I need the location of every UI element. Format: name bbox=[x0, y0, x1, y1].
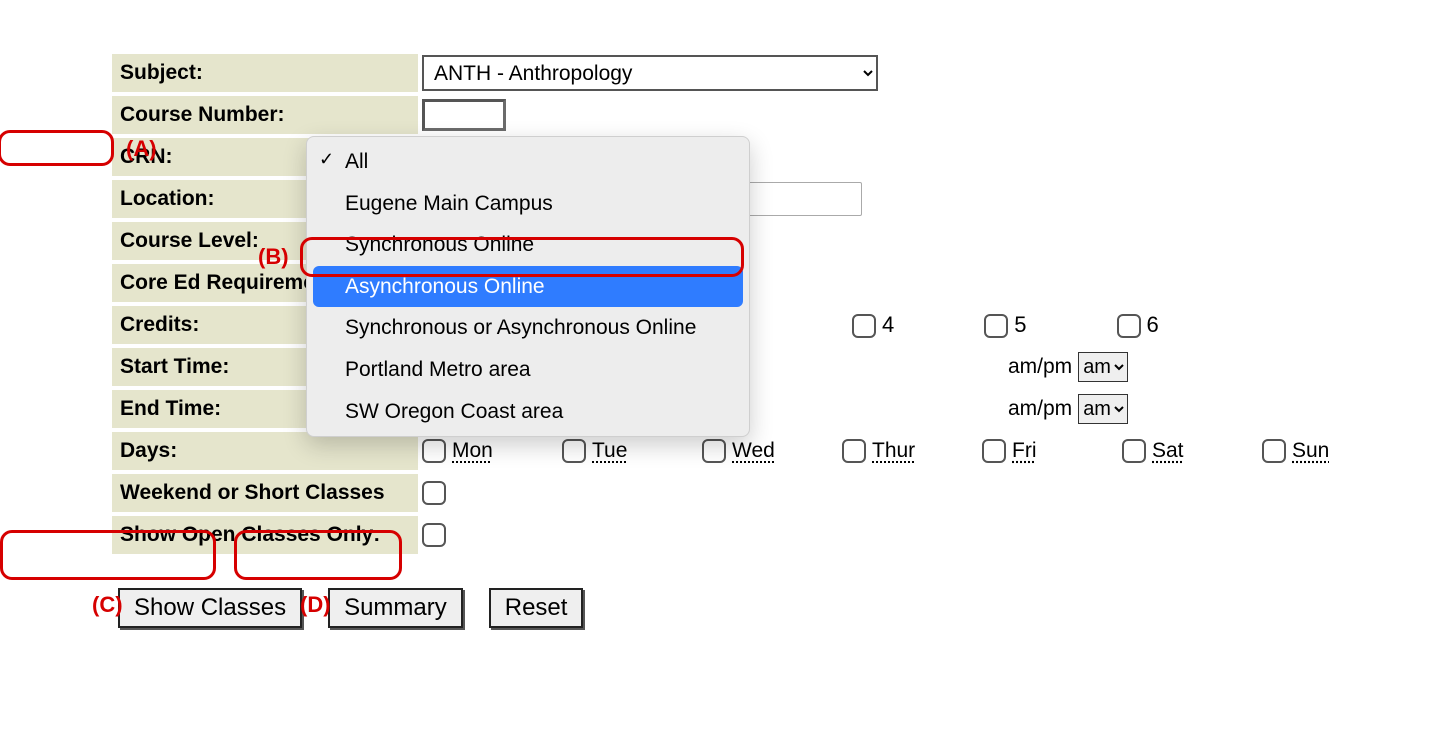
start-ampm-label: am/pm bbox=[1008, 355, 1072, 379]
location-option-sync-online[interactable]: Synchronous Online bbox=[307, 224, 749, 266]
course-number-label: Course Number: bbox=[112, 96, 418, 134]
credit-6-checkbox[interactable] bbox=[1117, 314, 1141, 338]
weekend-checkbox[interactable] bbox=[422, 481, 446, 505]
day-fri-checkbox[interactable] bbox=[982, 439, 1006, 463]
day-sat-checkbox[interactable] bbox=[1122, 439, 1146, 463]
location-option-async-online[interactable]: Asynchronous Online bbox=[313, 266, 743, 308]
credit-5-label: 5 bbox=[1014, 312, 1026, 337]
day-wed-checkbox[interactable] bbox=[702, 439, 726, 463]
start-ampm-select[interactable]: am bbox=[1078, 352, 1128, 382]
location-option-eugene[interactable]: Eugene Main Campus bbox=[307, 183, 749, 225]
day-fri-label: Fri bbox=[1012, 439, 1037, 463]
day-mon-checkbox[interactable] bbox=[422, 439, 446, 463]
subject-select[interactable]: ANTH - Anthropology bbox=[422, 55, 878, 91]
location-option-all[interactable]: All bbox=[307, 141, 749, 183]
day-thur-checkbox[interactable] bbox=[842, 439, 866, 463]
day-tue-checkbox[interactable] bbox=[562, 439, 586, 463]
show-classes-button[interactable]: Show Classes bbox=[118, 588, 302, 628]
location-option-sw-oregon[interactable]: SW Oregon Coast area bbox=[307, 391, 749, 433]
days-label: Days: bbox=[112, 432, 418, 470]
location-dropdown-popup[interactable]: All Eugene Main Campus Synchronous Onlin… bbox=[306, 136, 750, 437]
annotation-oval-a bbox=[0, 130, 114, 166]
day-mon-label: Mon bbox=[452, 439, 493, 463]
subject-label: Subject: bbox=[112, 54, 418, 92]
summary-button[interactable]: Summary bbox=[328, 588, 463, 628]
day-tue-label: Tue bbox=[592, 439, 627, 463]
weekend-label: Weekend or Short Classes bbox=[112, 474, 418, 512]
day-sun-label: Sun bbox=[1292, 439, 1329, 463]
end-ampm-select[interactable]: am bbox=[1078, 394, 1128, 424]
credit-5-checkbox[interactable] bbox=[984, 314, 1008, 338]
open-only-checkbox[interactable] bbox=[422, 523, 446, 547]
day-thur-label: Thur bbox=[872, 439, 915, 463]
credit-4-label: 4 bbox=[882, 312, 894, 337]
location-option-sync-or-async[interactable]: Synchronous or Asynchronous Online bbox=[307, 307, 749, 349]
location-option-portland[interactable]: Portland Metro area bbox=[307, 349, 749, 391]
credit-6-label: 6 bbox=[1147, 312, 1159, 337]
reset-button[interactable]: Reset bbox=[489, 588, 584, 628]
credit-4-checkbox[interactable] bbox=[852, 314, 876, 338]
open-only-label: Show Open Classes Only: bbox=[112, 516, 418, 554]
day-sun-checkbox[interactable] bbox=[1262, 439, 1286, 463]
day-sat-label: Sat bbox=[1152, 439, 1184, 463]
end-ampm-label: am/pm bbox=[1008, 397, 1072, 421]
day-wed-label: Wed bbox=[732, 439, 775, 463]
course-number-input[interactable] bbox=[422, 99, 506, 131]
